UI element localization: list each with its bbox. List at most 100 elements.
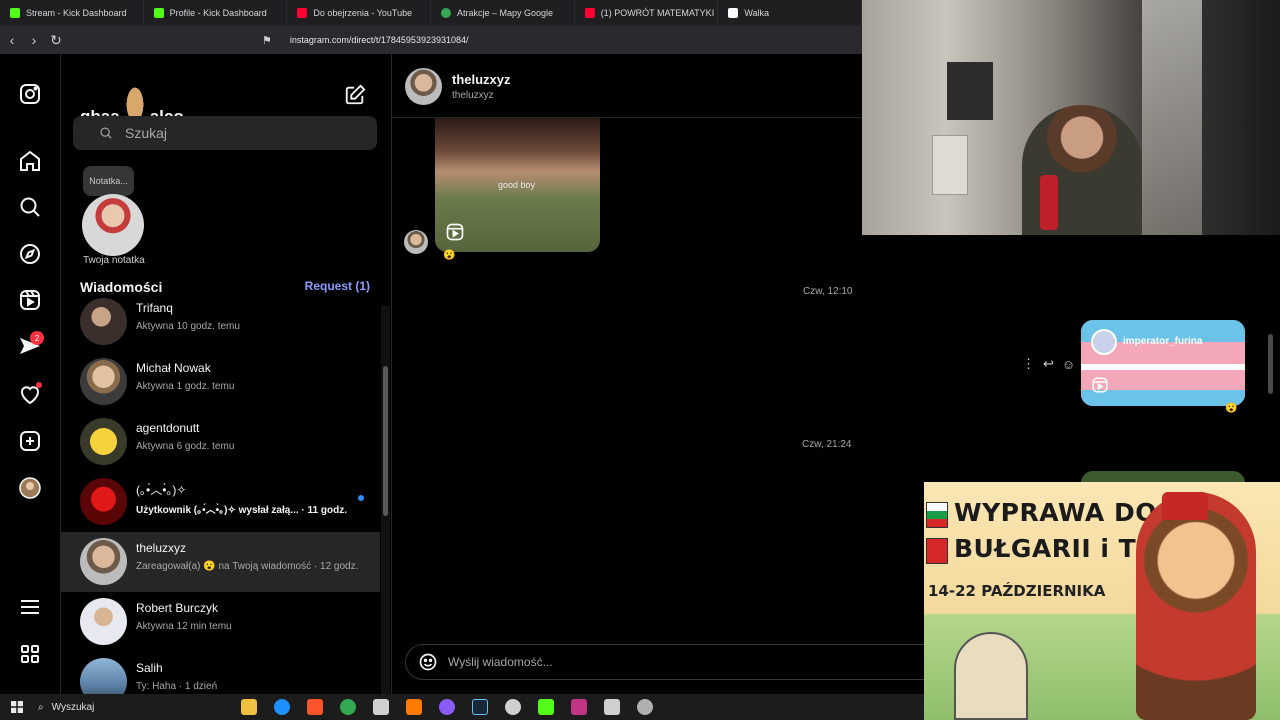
browser-tab[interactable]: Do obejrzenia - YouTube (287, 0, 432, 26)
instagram-icon[interactable] (18, 82, 42, 106)
search-input[interactable] (125, 125, 365, 141)
promo-overlay: WYPRAWA DO BUŁGARII i TURCJI 14-22 PAŹDZ… (924, 482, 1280, 720)
window-light (1142, 0, 1202, 235)
browser-tab[interactable]: Stream - Kick Dashboard (0, 0, 144, 26)
conversation-item[interactable]: (｡•́︿•̀｡)✧ Użytkownik (｡•́︿•̀｡)✧ wysłał … (61, 472, 380, 532)
note-bubble[interactable]: Notatka... (83, 166, 134, 196)
ad-title: WYPRAWA DO (954, 498, 1157, 527)
avatar (80, 538, 127, 585)
contact-handle: theluzxyz (452, 90, 494, 101)
reels-icon[interactable] (18, 288, 42, 312)
kick-icon[interactable] (538, 699, 554, 715)
requests-link[interactable]: Request (1) (305, 279, 370, 293)
edge-icon[interactable] (274, 699, 290, 715)
inbox-panel: qbaaalco ⌄ Notatka... Twoja notatka Wiad… (61, 54, 392, 694)
app-icon[interactable] (373, 699, 389, 715)
unread-dot (358, 495, 364, 501)
mosque-illustration (954, 632, 1028, 720)
chat-scrollbar[interactable] (1268, 334, 1273, 394)
app-icon[interactable] (637, 699, 653, 715)
app-icon[interactable] (406, 699, 422, 715)
timestamp: Czw, 12:10 (803, 286, 853, 297)
reel-caption: good boy (498, 180, 536, 190)
contact-avatar[interactable] (405, 68, 442, 105)
threads-icon[interactable] (18, 642, 42, 666)
conversation-item[interactable]: Trifanq Aktywna 10 godz. temu (61, 294, 380, 352)
conversation-item[interactable]: Robert Burczyk Aktywna 12 min temu (61, 592, 380, 652)
avatar (80, 658, 127, 694)
message-actions: ⋮ ↩ ☺ (1022, 356, 1075, 372)
tiktok-icon (728, 8, 739, 18)
file-explorer-icon[interactable] (241, 699, 257, 715)
browser-tab[interactable]: Atrakcje – Mapy Google (431, 0, 575, 26)
message-composer[interactable] (405, 644, 945, 680)
home-icon[interactable] (18, 149, 42, 173)
back-icon[interactable]: ‹ (2, 32, 22, 48)
search-icon (100, 127, 112, 139)
shared-reel[interactable]: imperator_furina (1081, 320, 1245, 406)
emoji-icon[interactable] (418, 652, 438, 672)
ad-dates: 14-22 PAŹDZIERNIKA (928, 582, 1106, 600)
note-avatar[interactable] (82, 194, 144, 256)
avatar (80, 298, 127, 345)
reel-author: imperator_furina (1123, 336, 1203, 347)
scrollbar-thumb[interactable] (383, 366, 388, 516)
app-icon[interactable] (571, 699, 587, 715)
more-options-icon[interactable]: ⋮ (1022, 356, 1035, 372)
reels-icon (446, 223, 464, 241)
contact-name[interactable]: theluzxyz (452, 72, 511, 87)
avatar (80, 478, 127, 525)
chrome-icon[interactable] (340, 699, 356, 715)
reply-icon[interactable]: ↩ (1043, 356, 1054, 372)
turkey-flag-icon (926, 538, 948, 564)
nav-rail: 2 (0, 54, 61, 694)
messages-icon[interactable]: 2 (18, 331, 44, 359)
reels-icon (1092, 377, 1108, 393)
windows-start-icon[interactable] (0, 694, 34, 720)
message-input[interactable] (448, 655, 908, 669)
conversation-item[interactable]: Michał Nowak Aktywna 1 godz. temu (61, 352, 380, 412)
profile-icon[interactable] (18, 476, 42, 500)
timestamp: Czw, 21:24 (802, 439, 852, 450)
reaction-emoji[interactable]: 😮 (443, 250, 455, 261)
browser-tab[interactable]: Walka (718, 0, 863, 26)
brave-icon[interactable] (307, 699, 323, 715)
browser-tab-bar: Stream - Kick Dashboard Profile - Kick D… (0, 0, 863, 26)
taskbar-search[interactable]: ⌕ Wyszukaj (34, 694, 224, 720)
bookmark-icon[interactable]: ⚑ (262, 34, 272, 47)
reload-icon[interactable]: ↻ (46, 32, 66, 49)
kick-icon (153, 8, 164, 18)
conversation-item[interactable]: Salih Ty: Haha · 1 dzień (61, 652, 380, 694)
notifications-icon[interactable] (18, 382, 42, 406)
obs-icon[interactable] (505, 699, 521, 715)
app-icon[interactable] (604, 699, 620, 715)
reaction-emoji[interactable]: 😮 (1225, 403, 1237, 414)
browser-tab[interactable]: Profile - Kick Dashboard (144, 0, 288, 26)
steam-icon[interactable] (472, 699, 488, 715)
messages-heading: Wiadomości (80, 279, 163, 295)
notification-dot (36, 382, 42, 388)
url-field[interactable]: ⚑ instagram.com/direct/t/178459539239310… (262, 34, 469, 47)
wall-poster (947, 62, 993, 120)
shared-reel[interactable]: good boy (435, 118, 600, 252)
conversation-item[interactable]: theluzxyz Zareagował(a) 😮 na Twoją wiado… (61, 532, 380, 592)
compose-icon[interactable] (344, 84, 366, 106)
taskbar: ⌕ Wyszukaj (0, 694, 924, 720)
explore-icon[interactable] (18, 242, 42, 266)
sender-avatar (404, 230, 428, 254)
chat-header: theluzxyz theluzxyz (392, 54, 862, 118)
conversation-item[interactable]: agentdonutt Aktywna 6 godz. temu (61, 412, 380, 472)
app-icon[interactable] (439, 699, 455, 715)
menu-icon[interactable] (18, 595, 42, 619)
youtube-icon (584, 8, 595, 18)
search-icon[interactable] (18, 195, 42, 219)
browser-tab[interactable]: (1) POWRÓT MATEMATYKI Z CYPKIE (575, 0, 719, 26)
webcam-overlay (862, 0, 1280, 235)
search-box[interactable] (73, 116, 377, 150)
react-icon[interactable]: ☺ (1062, 357, 1075, 372)
create-icon[interactable] (18, 429, 42, 453)
forward-icon[interactable]: › (24, 32, 44, 48)
shelf (932, 135, 968, 195)
avatar (80, 418, 127, 465)
bulgaria-flag-icon (926, 502, 948, 528)
